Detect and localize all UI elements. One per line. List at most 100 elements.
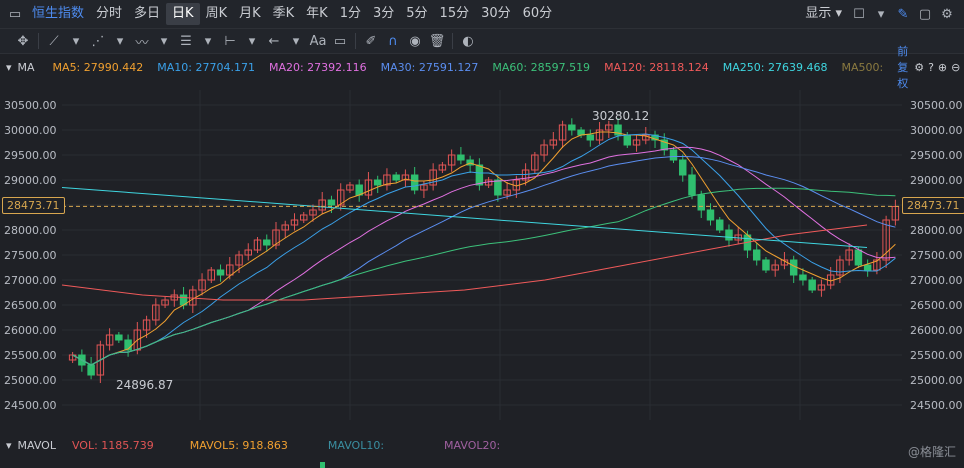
ma-legend-item-1: MA10: 27704.171 — [157, 60, 255, 74]
tab-period-0[interactable]: 分时 — [90, 3, 128, 25]
candle-body — [475, 164, 484, 186]
settings-icon[interactable]: ⚙ — [936, 3, 958, 25]
tab-period-2[interactable]: 日K — [166, 3, 200, 25]
ma-legend-item-2: MA20: 27392.116 — [268, 60, 367, 74]
eraser-icon[interactable]: ✐ — [360, 30, 382, 52]
y-tick-label-left: 26000.00 — [4, 324, 57, 337]
line-tool-icon[interactable]: ⟋ — [43, 30, 65, 52]
dropdown-arrow-icon[interactable]: ▾ — [65, 30, 87, 52]
candle-body — [752, 249, 761, 261]
candle-body — [457, 154, 465, 161]
tab-period-8[interactable]: 3分 — [367, 3, 400, 25]
y-tick-label-left: 30000.00 — [4, 124, 57, 137]
tab-period-7[interactable]: 1分 — [334, 3, 367, 25]
candle-body — [392, 174, 400, 181]
ma-line-250 — [61, 187, 868, 248]
dropdown-arrow-icon[interactable]: ▾ — [197, 30, 219, 52]
collapse-icon[interactable]: ▾ — [6, 61, 12, 74]
y-tick-label-left: 26500.00 — [4, 299, 57, 312]
high-label: 30280.12 — [592, 109, 649, 123]
candles — [68, 118, 900, 383]
wave-tool-icon[interactable]: 〰 — [131, 30, 153, 52]
candlestick-chart[interactable]: 30500.0030000.0029500.0029000.0028500.00… — [0, 80, 964, 432]
sidebar-toggle-icon[interactable]: ▭ — [4, 3, 26, 25]
y-tick-label-left: 24500.00 — [4, 399, 57, 412]
pen-icon[interactable]: ✎ — [892, 3, 914, 25]
candle-body — [679, 159, 687, 176]
mavol20-value: MAVOL20: — [444, 438, 501, 452]
add-icon[interactable]: ⊕ — [938, 61, 947, 74]
period-tabs: 分时 多日 日K 周K 月K 季K 年K 1分 3分 5分 15分 30分 60分 — [90, 3, 558, 25]
y-tick-label-right: 27500.00 — [910, 249, 963, 262]
toggle-icon[interactable]: ◐ — [457, 30, 479, 52]
ma-label: MA — [17, 60, 35, 74]
tab-period-6[interactable]: 年K — [300, 3, 334, 25]
candle-body — [808, 279, 816, 291]
y-tick-label-left: 27000.00 — [4, 274, 57, 287]
period-toolbar: ▭ 恒生指数 分时 多日 日K 周K 月K 季K 年K 1分 3分 5分 15分 30分 60分 显示 … — [0, 0, 964, 29]
ma-line-60 — [72, 187, 896, 366]
tab-period-3[interactable]: 周K — [200, 3, 234, 25]
candle-body — [494, 179, 502, 196]
eye-icon[interactable]: ◉ — [404, 30, 426, 52]
candle-body — [263, 239, 271, 246]
candle-body — [115, 334, 123, 341]
collapse-icon[interactable]: ▾ — [6, 439, 12, 452]
dropdown-arrow-icon[interactable]: ▾ — [241, 30, 263, 52]
y-tick-label-right: 26500.00 — [910, 299, 963, 312]
candle-body — [410, 174, 419, 191]
drawing-toolbar: ✥ ⟋ ▾ ⋰ ▾ 〰 ▾ ☰ ▾ ⊢ ▾ ← ▾ Aa ▭ ✐ ∩ ◉ 🗑 ◐ — [0, 29, 964, 54]
candle-body — [697, 194, 705, 211]
magnet-icon[interactable]: ∩ — [382, 30, 404, 52]
tab-period-10[interactable]: 15分 — [434, 3, 476, 25]
tab-period-1[interactable]: 多日 — [128, 3, 166, 25]
tab-period-12[interactable]: 60分 — [517, 3, 559, 25]
comment-tool-icon[interactable]: ▭ — [329, 30, 351, 52]
candle-body — [854, 249, 863, 266]
dropdown-arrow-icon[interactable]: ▾ — [285, 30, 307, 52]
tab-period-4[interactable]: 月K — [233, 3, 267, 25]
divider — [452, 33, 453, 49]
candle-body — [327, 199, 336, 206]
candle-body — [586, 134, 595, 141]
candle-body — [568, 124, 576, 131]
low-label: 24896.87 — [116, 378, 173, 392]
ma-legend-item-6: MA250: 27639.468 — [722, 60, 828, 74]
window-icon[interactable]: ▢ — [914, 3, 936, 25]
dropdown-arrow-icon[interactable]: ▾ — [153, 30, 175, 52]
y-axis-right: 30500.0030000.0029500.0029000.0028500.00… — [910, 99, 963, 412]
remove-icon[interactable]: ⊖ — [951, 61, 960, 74]
watermark: @格隆汇 — [907, 445, 956, 459]
text-tool-icon[interactable]: Aa — [307, 30, 329, 52]
channel-tool-icon[interactable]: ⋰ — [87, 30, 109, 52]
y-tick-label-right: 26000.00 — [910, 324, 963, 337]
ma-legend: ▾ MA MA5: 27990.442 MA10: 27704.171 MA20: … — [0, 45, 964, 90]
index-name[interactable]: 恒生指数 — [26, 3, 90, 25]
help-icon[interactable]: ? — [928, 61, 934, 74]
fib-tool-icon[interactable]: ☰ — [175, 30, 197, 52]
dropdown-arrow-icon[interactable]: ▾ — [870, 3, 892, 25]
y-tick-label-right: 29500.00 — [910, 149, 963, 162]
y-tick-label-left: 29000.00 — [4, 174, 57, 187]
candle-body — [577, 129, 585, 136]
checkbox-icon[interactable]: ☐ — [848, 3, 870, 25]
volume-legend: ▾ MAVOL VOL: 1185.739 MAVOL5: 918.863 MA… — [0, 436, 964, 454]
arrow-tool-icon[interactable]: ← — [263, 30, 285, 52]
settings-icon[interactable]: ⚙ — [914, 61, 924, 74]
display-dropdown[interactable]: 显示 ▾ — [799, 3, 848, 25]
crosshair-icon[interactable]: ✥ — [12, 30, 34, 52]
mavol10-value: MAVOL10: — [327, 438, 385, 452]
current-price-tag-right: 28473.71 — [902, 197, 964, 215]
tab-period-5[interactable]: 季K — [267, 3, 301, 25]
current-price-tag-left: 28473.71 — [2, 197, 65, 215]
candle-body — [706, 209, 715, 221]
range-tool-icon[interactable]: ⊢ — [219, 30, 241, 52]
trash-icon[interactable]: 🗑 — [426, 30, 448, 52]
y-tick-label-left: 29500.00 — [4, 149, 57, 162]
tab-period-11[interactable]: 30分 — [475, 3, 517, 25]
candle-body — [623, 134, 632, 146]
tab-period-9[interactable]: 5分 — [400, 3, 433, 25]
dropdown-arrow-icon[interactable]: ▾ — [109, 30, 131, 52]
y-tick-label-right: 29000.00 — [910, 174, 963, 187]
y-tick-label-left: 27500.00 — [4, 249, 57, 262]
